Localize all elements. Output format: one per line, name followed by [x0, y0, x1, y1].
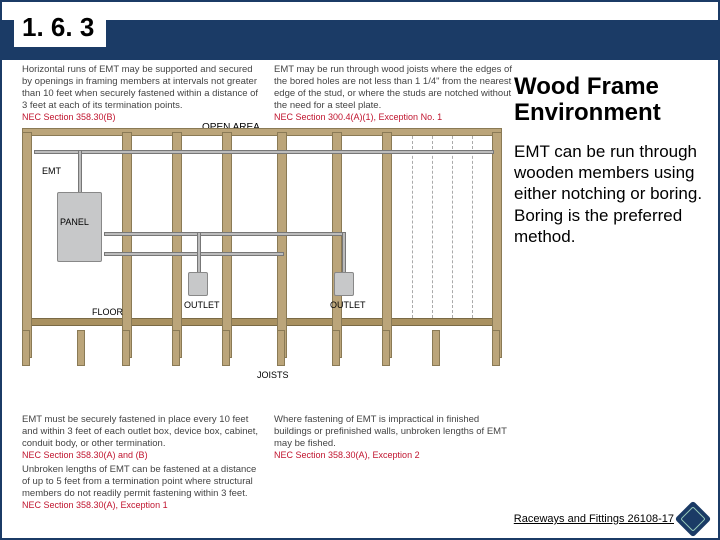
caption-text: Horizontal runs of EMT may be supported … [22, 64, 258, 111]
emt-label: EMT [42, 166, 61, 176]
emt-run [342, 232, 346, 274]
footer-text: Raceways and Fittings 26108-17 [514, 513, 674, 525]
nccer-logo-icon [675, 501, 712, 538]
dashed-line [432, 136, 433, 318]
outlet-label: OUTLET [330, 300, 366, 310]
footer: Raceways and Fittings 26108-17 [514, 506, 706, 532]
joist [277, 330, 285, 366]
figure-area: Horizontal runs of EMT may be supported … [14, 64, 514, 484]
body-text: EMT can be run through wooden members us… [514, 141, 704, 247]
wood-frame-diagram: OPEN AREA EMT PANEL [22, 122, 502, 402]
stud [277, 132, 287, 358]
stud [332, 132, 342, 358]
joist [222, 330, 230, 366]
outlet-box [334, 272, 354, 296]
joists-label: JOISTS [257, 370, 289, 380]
caption-bottom-right: Where fastening of EMT is impractical in… [274, 414, 514, 462]
joist [122, 330, 130, 366]
joist [332, 330, 340, 366]
caption-top-left: Horizontal runs of EMT may be supported … [22, 64, 262, 123]
stud [382, 132, 392, 358]
emt-run [197, 232, 201, 274]
emt-run [104, 252, 284, 256]
dashed-line [412, 136, 413, 318]
top-plate [22, 128, 502, 136]
caption-text: EMT must be securely fastened in place e… [22, 414, 258, 449]
joist [22, 330, 30, 366]
caption-ref: NEC Section 358.30(B) [22, 112, 116, 122]
stud [172, 132, 182, 358]
floor-label: FLOOR [92, 307, 123, 317]
joist [77, 330, 85, 366]
outlet-box [188, 272, 208, 296]
caption-ref: NEC Section 300.4(A)(1), Exception No. 1 [274, 112, 442, 122]
emt-run [104, 232, 344, 236]
section-number: 1. 6. 3 [14, 8, 106, 47]
title-line2: Environment [514, 99, 661, 126]
caption-ref: NEC Section 358.30(A) and (B) [22, 450, 148, 460]
floor-plate [22, 318, 502, 326]
caption-bottom-left: EMT must be securely fastened in place e… [22, 414, 262, 462]
joist [172, 330, 180, 366]
title-line1: Wood Frame [514, 73, 659, 100]
dashed-line [452, 136, 453, 318]
page-title: Wood Frame Environment [514, 74, 704, 127]
caption-text: EMT may be run through wood joists where… [274, 64, 512, 111]
caption-ref: NEC Section 358.30(A), Exception 2 [274, 450, 420, 460]
content-area: Horizontal runs of EMT may be supported … [14, 64, 706, 508]
stud [22, 132, 32, 358]
caption-text: Unbroken lengths of EMT can be fastened … [22, 464, 256, 499]
electrical-panel [57, 192, 102, 262]
panel-label: PANEL [60, 217, 89, 227]
dashed-line [472, 136, 473, 318]
joist [382, 330, 390, 366]
caption-ref: NEC Section 358.30(A), Exception 1 [22, 500, 168, 510]
caption-text: Where fastening of EMT is impractical in… [274, 414, 507, 449]
caption-bottom-left-2: Unbroken lengths of EMT can be fastened … [22, 464, 262, 512]
joist [432, 330, 440, 366]
stud [492, 132, 502, 358]
emt-run [34, 150, 494, 154]
emt-run [78, 150, 82, 194]
right-column: Wood Frame Environment EMT can be run th… [514, 74, 704, 247]
title-bar [2, 20, 718, 60]
caption-top-right: EMT may be run through wood joists where… [274, 64, 514, 123]
stud [122, 132, 132, 358]
joist [492, 330, 500, 366]
stud [222, 132, 232, 358]
outlet-label: OUTLET [184, 300, 220, 310]
